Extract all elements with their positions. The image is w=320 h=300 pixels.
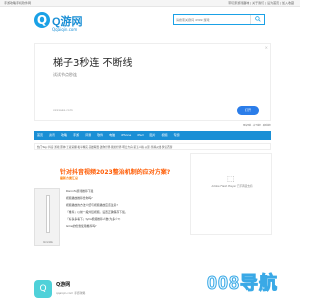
article-line[interactable]: 视频播放推荐给你吗? — [66, 195, 170, 202]
banner-title: 针对抖音视频2023整治机制的应对方案? — [60, 169, 171, 176]
hot-tags[interactable]: 热门Tag: 抖音·游戏·原神·王者荣耀·和平精英·英雄联盟·迷你世界·我的世界… — [34, 143, 271, 150]
search-box — [173, 14, 265, 25]
banner-subtitle: 最新方案汇总 — [60, 176, 79, 180]
article-line[interactable]: 视频播放的方法介绍与视频播放应该注意? — [66, 202, 170, 209]
nav-item[interactable]: 视频 — [159, 131, 171, 140]
watermark-text: 008导航 — [206, 273, 279, 294]
article-area: 针对抖音视频2023整治机制的应对方案? 最新方案汇总 RoninWe Roni… — [34, 153, 174, 277]
nav-item[interactable]: 资讯 — [46, 131, 58, 140]
ad-subtitle: 试试节点秒连 — [53, 72, 77, 77]
thumbnail-caption: RoninWe — [43, 241, 53, 244]
main-nav: 首页 资讯 攻略 手游 评测 软件 电脑 iPhone iPad 图片 视频 专题 — [34, 131, 271, 140]
q-logo-icon: Q — [34, 12, 50, 28]
top-bar-links[interactable]: 带玩家游戏趣味 | 关于我们 | 设为首页 | 加入收藏 — [228, 1, 294, 5]
logo-domain: Qqaiqin.com — [52, 27, 78, 32]
top-bar: 手游攻略手机软件网 带玩家游戏趣味 | 关于我们 | 设为首页 | 加入收藏 — [0, 0, 300, 7]
nav-item[interactable]: iPhone — [118, 131, 134, 140]
nav-item[interactable]: 专题 — [171, 131, 183, 140]
article-line[interactable]: Roninfo游戏推荐下载 — [66, 188, 170, 195]
nav-item[interactable]: 攻略 — [58, 131, 70, 140]
article-banner[interactable]: 针对抖音视频2023整治机制的应对方案? 最新方案汇总 — [34, 157, 174, 187]
article-lines: Roninfo游戏推荐下载 视频播放推荐给你吗? 视频播放的方法介绍与视频播放应… — [66, 188, 170, 230]
article-thumbnail[interactable]: RoninWe — [34, 188, 60, 246]
thumbnail-device-image — [46, 195, 50, 233]
bottom-ad-subtitle: qqaiqin.com 手游攻略 — [56, 291, 86, 295]
puzzle-icon: ⬚ — [227, 174, 235, 183]
flash-placeholder: ⬚ Adobe Flash Player 已不再受支持 — [190, 153, 272, 235]
flash-message: Adobe Flash Player 已不再受支持 — [211, 185, 253, 188]
search-button[interactable] — [250, 15, 264, 24]
nav-item[interactable]: 软件 — [94, 131, 106, 140]
tiny-links[interactable]: 网站导航 · 关于我们 · 联系我们 — [34, 124, 271, 128]
search-icon — [255, 16, 261, 22]
nav-item[interactable]: 图片 — [147, 131, 159, 140]
nav-item[interactable]: 手游 — [70, 131, 82, 140]
article-line[interactable]: 「推荐」以前一般外链视频。设置正确保存下载。 — [66, 209, 170, 216]
ad-open-button[interactable]: 打开 — [237, 106, 259, 115]
site-logo[interactable]: Q Q游网 Qqaiqin.com — [34, 12, 94, 34]
search-input[interactable] — [176, 16, 238, 24]
nav-item[interactable]: 电脑 — [106, 131, 118, 140]
nav-item[interactable]: 首页 — [34, 131, 46, 140]
ad-banner[interactable]: 梯子3秒连 不断线 试试节点秒连 xxxxsax.com 打开 × — [34, 43, 271, 121]
bottom-ad-title: Q游网 — [56, 282, 71, 288]
app-icon: Q — [34, 280, 52, 298]
nav-item[interactable]: iPad — [134, 131, 146, 140]
article-line[interactable]: Gme的优惠使用推荐吗? — [66, 223, 170, 230]
ad-title: 梯子3秒连 不断线 — [53, 58, 133, 69]
ad-close-icon[interactable]: × — [265, 45, 268, 50]
watermark: 008导航 — [206, 269, 297, 297]
article-line[interactable]: 「好多多看下」tyhs视频推荐人数(为多少?) — [66, 216, 170, 223]
top-bar-left-text: 手游攻略手机软件网 — [4, 1, 32, 5]
ad-url: xxxxsax.com — [53, 108, 73, 112]
nav-item[interactable]: 评测 — [82, 131, 94, 140]
